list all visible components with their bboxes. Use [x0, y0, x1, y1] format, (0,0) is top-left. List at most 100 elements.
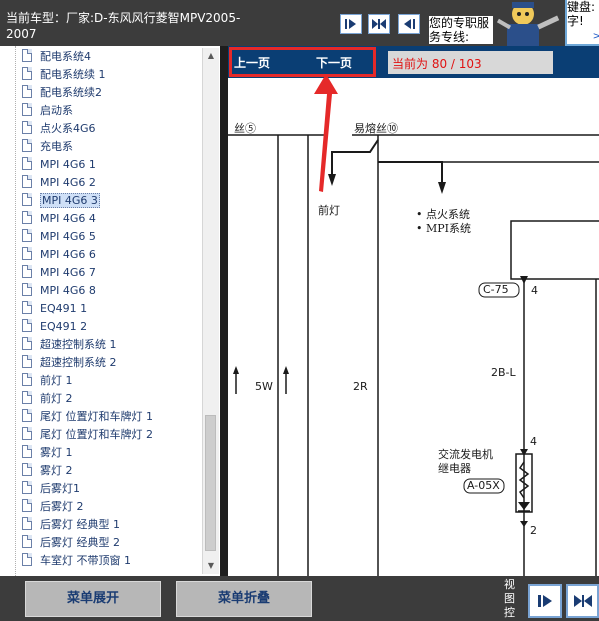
menu-item-label: MPI 4G6 1: [40, 158, 96, 171]
menu-item-label: 雾灯 1: [40, 446, 73, 459]
document-icon: [22, 337, 32, 350]
menu-item-label: 后雾灯 经典型 1: [40, 518, 120, 531]
tree-guide-line: [15, 46, 16, 576]
menu-item[interactable]: 超速控制系统 2: [22, 354, 117, 371]
document-icon: [22, 499, 32, 512]
menu-item[interactable]: MPI 4G6 8: [22, 282, 96, 299]
menu-item-label: 配电系统4: [40, 50, 91, 63]
diagram-menu-tree: 配电系统4 配电系统续 1 配电系统续2 启动系点火系4G6 充电系 MPI 4G6 1 M…: [0, 46, 220, 576]
menu-item-label: 超速控制系统 2: [40, 356, 117, 369]
document-icon: [22, 157, 32, 170]
scroll-up-icon[interactable]: ▲: [203, 48, 219, 64]
menu-item[interactable]: MPI 4G6 2: [22, 174, 96, 191]
menu-item-label: MPI 4G6 2: [40, 176, 96, 189]
menu-item-label: MPI 4G6 8: [40, 284, 96, 297]
collapse-menu-button[interactable]: 菜单折叠: [176, 581, 312, 617]
menu-item[interactable]: 雾灯 1: [22, 444, 73, 461]
menu-item[interactable]: MPI 4G6 1: [22, 156, 96, 173]
menu-item[interactable]: 后雾灯 2: [22, 498, 84, 515]
view-next-button[interactable]: [528, 584, 562, 618]
menu-item[interactable]: 前灯 1: [22, 372, 73, 389]
pin4-top-label: 4: [531, 284, 538, 297]
document-icon: [22, 391, 32, 404]
menu-item-label: MPI 4G6 3: [40, 193, 100, 208]
menu-item-label: 车室灯 不带顶窗 1: [40, 554, 131, 567]
next-page-link[interactable]: 下一页: [316, 54, 352, 71]
document-icon: [22, 355, 32, 368]
page-right-button[interactable]: [340, 14, 362, 34]
document-icon: [22, 283, 32, 296]
page-left-button[interactable]: [398, 14, 420, 34]
menu-item[interactable]: 点火系4G6: [22, 120, 96, 137]
panel-divider[interactable]: [220, 46, 228, 576]
menu-item[interactable]: 后雾灯1: [22, 480, 80, 497]
fuse5-label: 丝⑤: [234, 122, 256, 135]
menu-item-label: 点火系4G6: [40, 122, 96, 135]
menu-item-label: MPI 4G6 4: [40, 212, 96, 225]
menu-item-label: 充电系: [40, 140, 73, 153]
menu-item[interactable]: 超速控制系统 1: [22, 336, 117, 353]
menu-item[interactable]: 前灯 2: [22, 390, 73, 407]
current-car-type: 当前车型：厂家:D-东风风行菱智MPV2005-2007: [6, 11, 241, 41]
menu-item[interactable]: 配电系统续 1: [22, 66, 106, 83]
menu-item[interactable]: 充电系: [22, 138, 73, 155]
wiring-diagram-lines: [228, 134, 599, 576]
document-icon: [22, 103, 32, 116]
document-icon: [22, 175, 32, 188]
document-icon: [22, 229, 32, 242]
pin2-relay-label: 2: [530, 524, 537, 537]
menu-item-label: 后雾灯1: [40, 482, 80, 495]
menu-item[interactable]: MPI 4G6 6: [22, 246, 96, 263]
menu-item[interactable]: 后雾灯 经典型 1: [22, 516, 120, 533]
document-icon: [22, 373, 32, 386]
menu-item-label: 尾灯 位置灯和车牌灯 1: [40, 410, 153, 423]
menu-item-label: 前灯 2: [40, 392, 73, 405]
document-icon: [22, 193, 32, 206]
menu-item-label: 后雾灯 2: [40, 500, 84, 513]
menu-item[interactable]: EQ491 1: [22, 300, 87, 317]
menu-item[interactable]: 尾灯 位置灯和车牌灯 2: [22, 426, 153, 443]
mechanic-mascot-icon: [493, 0, 565, 46]
scroll-thumb[interactable]: [205, 415, 216, 551]
scroll-down-icon[interactable]: ▼: [203, 558, 219, 574]
menu-item[interactable]: 配电系统4: [22, 48, 91, 65]
menu-item[interactable]: 车室灯 不带顶窗 1: [22, 552, 131, 569]
wiring-diagram[interactable]: 丝⑤ 易熔丝⑩ 前灯 • 点火系统 • MPI系统 C-75 4 2B-L 5W…: [228, 78, 599, 576]
menu-item[interactable]: 配电系统续2: [22, 84, 102, 101]
view-fit-button[interactable]: [566, 584, 599, 618]
help-bubble-text: 键盘:字!: [567, 0, 596, 28]
menu-item-label: MPI 4G6 7: [40, 266, 96, 279]
page-fit-button[interactable]: [368, 14, 390, 34]
pin4-relay-label: 4: [530, 435, 537, 448]
help-more-link[interactable]: >: [593, 30, 599, 44]
expand-menu-button[interactable]: 菜单展开: [25, 581, 161, 617]
arrow-left-icon: [404, 19, 415, 29]
menu-item-label: EQ491 1: [40, 302, 88, 315]
prev-page-link[interactable]: 上一页: [234, 54, 270, 71]
menu-item-label: 后雾灯 经典型 2: [40, 536, 120, 549]
document-icon: [22, 49, 32, 62]
document-icon: [22, 463, 32, 476]
menu-scrollbar[interactable]: ▲ ▼: [202, 48, 219, 574]
menu-item[interactable]: MPI 4G6 5: [22, 228, 96, 245]
arrows-inward-icon: [372, 19, 386, 29]
document-icon: [22, 265, 32, 278]
help-bubble: 键盘:字! >: [565, 0, 599, 46]
menu-item[interactable]: 启动系: [22, 102, 73, 119]
menu-item[interactable]: EQ491 2: [22, 318, 87, 335]
fuse10-label: 易熔丝⑩: [354, 122, 398, 135]
menu-item[interactable]: 尾灯 位置灯和车牌灯 1: [22, 408, 153, 425]
menu-item[interactable]: MPI 4G6 4: [22, 210, 96, 227]
menu-item-label: MPI 4G6 5: [40, 230, 96, 243]
arrows-inward-icon: [573, 595, 592, 607]
menu-item[interactable]: 雾灯 2: [22, 462, 73, 479]
menu-item-label: 配电系统续2: [40, 86, 102, 99]
page-indicator: 当前为 80 / 103: [392, 57, 482, 71]
menu-item-label: 启动系: [40, 104, 73, 117]
menu-item[interactable]: MPI 4G6 3: [22, 192, 100, 209]
document-icon: [22, 67, 32, 80]
menu-item[interactable]: 后雾灯 经典型 2: [22, 534, 120, 551]
document-icon: [22, 211, 32, 224]
mpi-system-label: • MPI系统: [416, 222, 471, 235]
menu-item[interactable]: MPI 4G6 7: [22, 264, 96, 281]
